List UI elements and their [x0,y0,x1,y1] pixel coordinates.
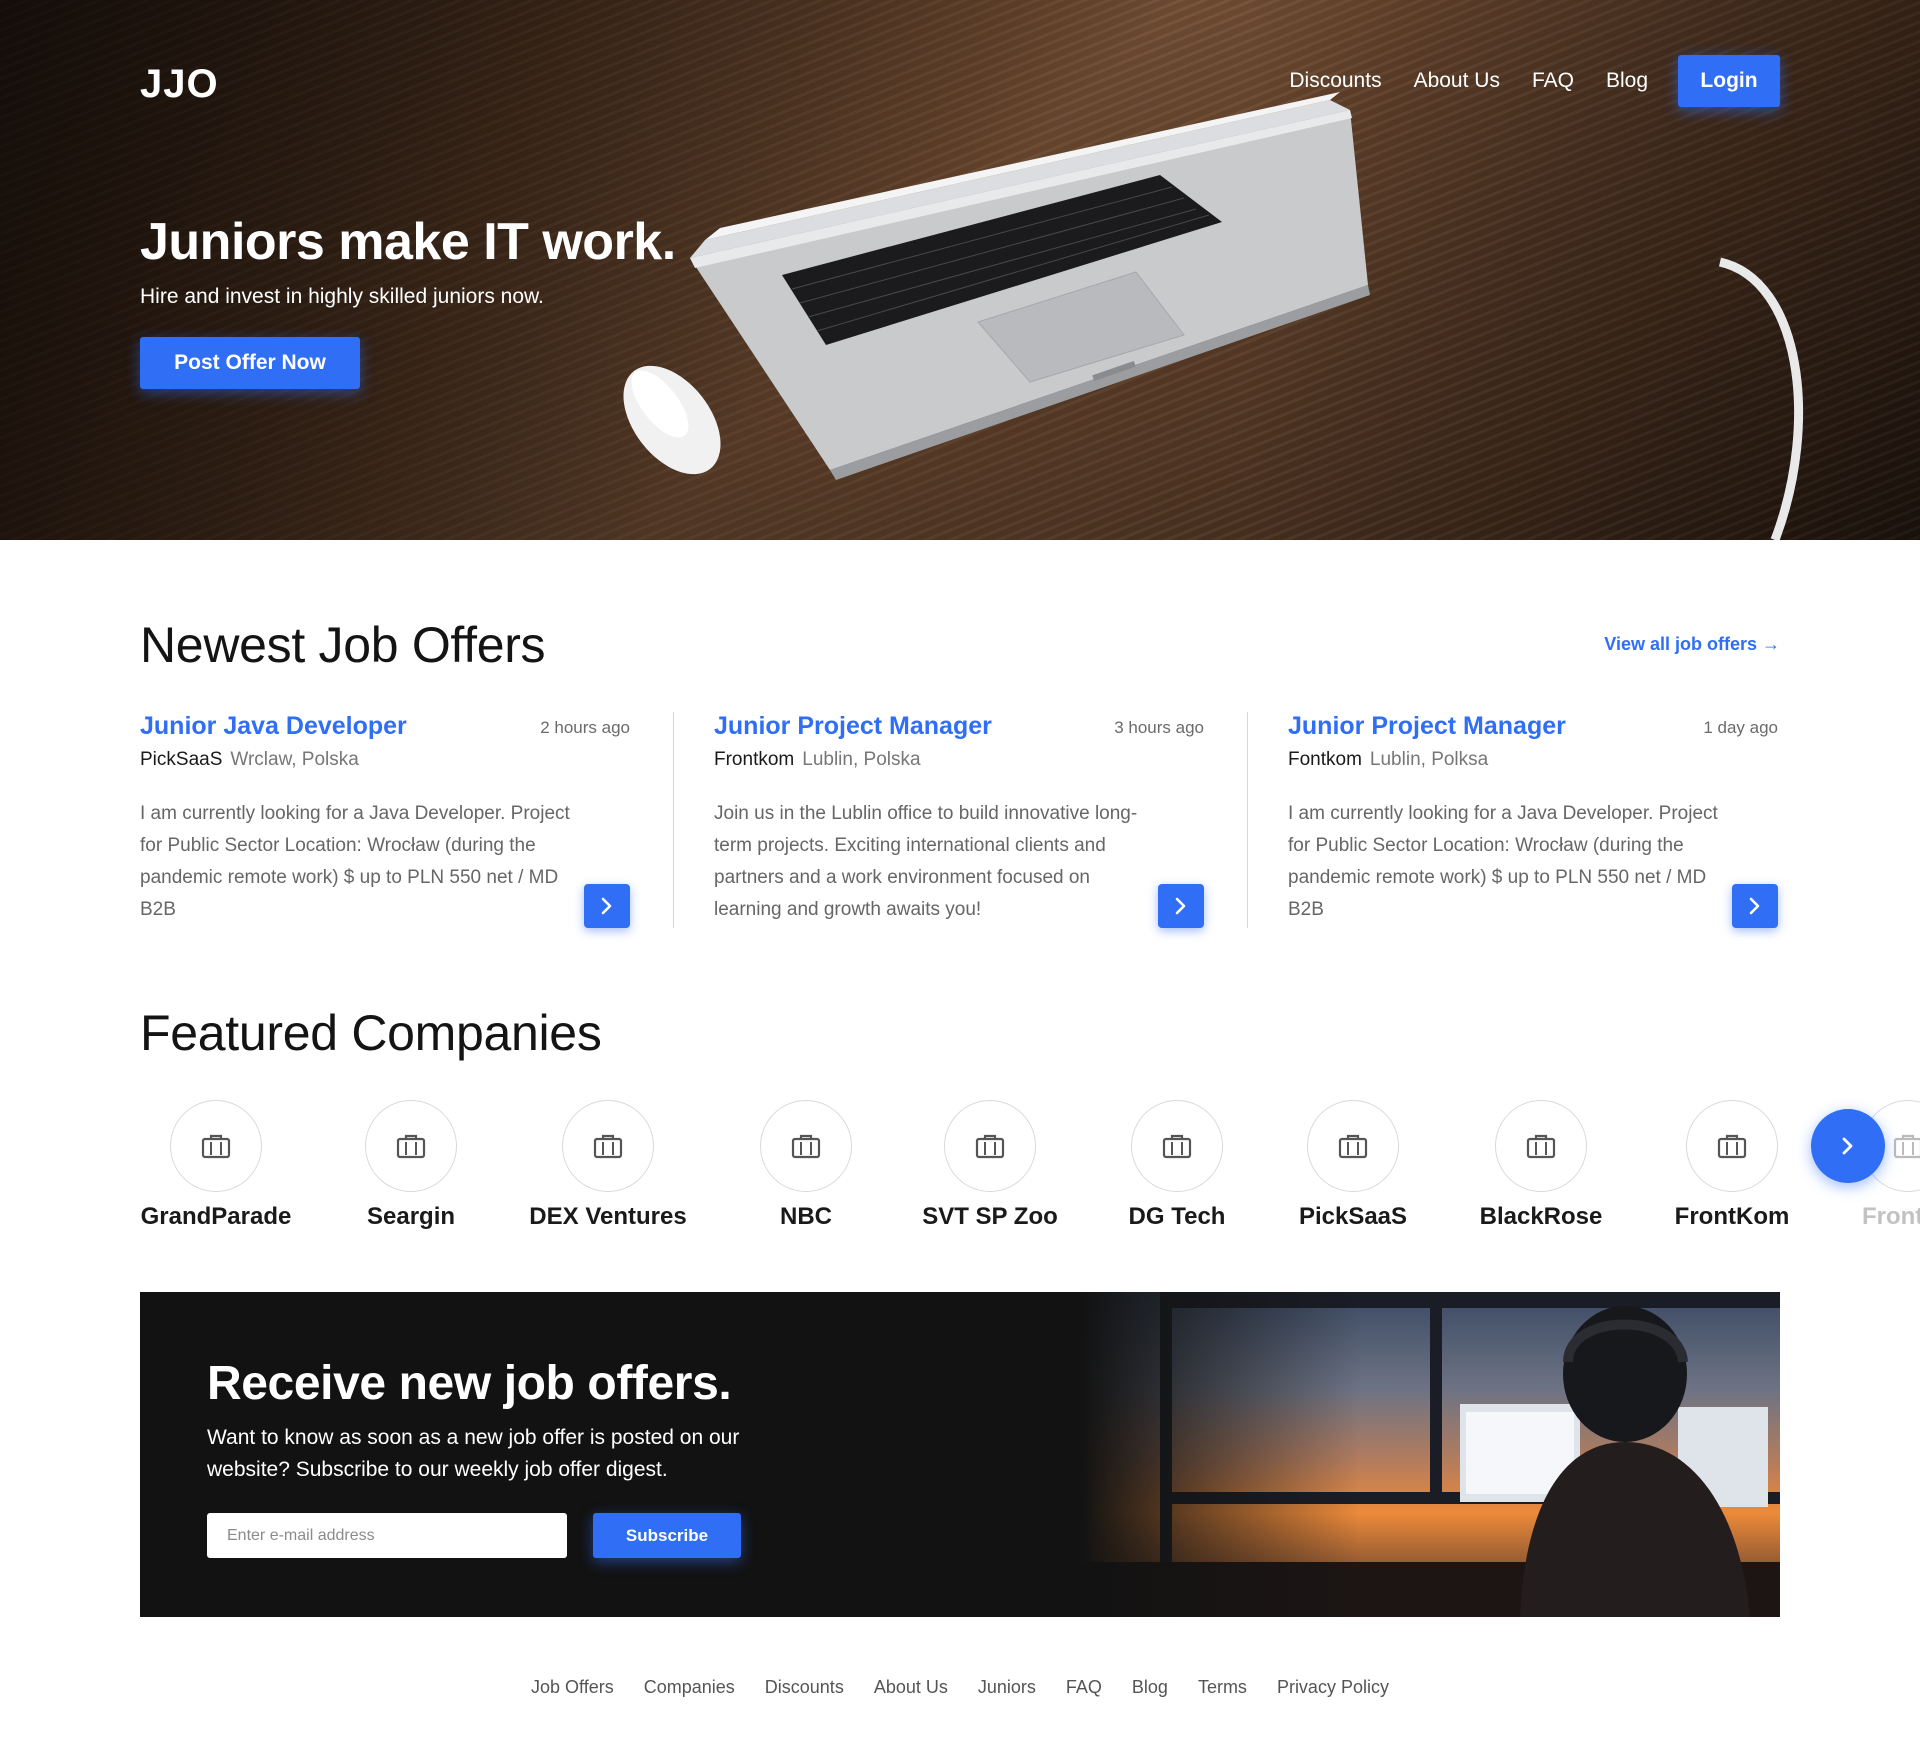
company-logo [562,1100,654,1192]
company-item[interactable]: PickSaaS [1253,1100,1453,1240]
company-name: DEX Ventures [529,1203,687,1230]
company-item[interactable]: GrandParade [116,1100,316,1240]
main-nav: Discounts About Us FAQ Blog Login [1257,55,1780,107]
briefcase-icon [1893,1134,1920,1159]
job-divider [1247,712,1248,928]
subscribe-button[interactable]: Subscribe [593,1513,741,1558]
briefcase-icon [1338,1134,1368,1159]
job-title[interactable]: Junior Java Developer [140,712,407,741]
job-location: Lublin, Polska [802,749,921,770]
company-logo [944,1100,1036,1192]
company-logo [1495,1100,1587,1192]
login-button[interactable]: Login [1678,55,1780,107]
company-logo [1686,1100,1778,1192]
briefcase-icon [1526,1134,1556,1159]
job-description: Join us in the Lublin office to build in… [714,803,1138,920]
company-item[interactable]: NBC [706,1100,906,1240]
hero-section: JJO Discounts About Us FAQ Blog Login Ju… [0,0,1920,540]
company-logo [1307,1100,1399,1192]
job-posted-time: 1 day ago [1703,718,1778,737]
company-logo [365,1100,457,1192]
briefcase-icon [201,1134,231,1159]
post-offer-button[interactable]: Post Offer Now [140,337,360,389]
job-posted-time: 3 hours ago [1114,718,1204,737]
job-company: Fontkom [1288,749,1362,770]
newsletter-title: Receive new job offers. [207,1357,732,1410]
footer-link-terms[interactable]: Terms [1198,1677,1247,1698]
hero-title: Juniors make IT work. [140,213,676,271]
nav-faq[interactable]: FAQ [1532,69,1574,93]
company-name: BlackRose [1479,1203,1603,1230]
job-card: Junior Java Developer 2 hours ago PickSa… [140,712,630,930]
chevron-right-icon [1749,897,1760,915]
job-title[interactable]: Junior Project Manager [1288,712,1566,741]
job-title[interactable]: Junior Project Manager [714,712,992,741]
footer-link-faq[interactable]: FAQ [1066,1677,1102,1698]
job-company-line: PickSaaS Wrclaw, Polska [140,749,359,771]
footer-link-blog[interactable]: Blog [1132,1677,1168,1698]
featured-companies-title: Featured Companies [140,1005,602,1061]
briefcase-icon [593,1134,623,1159]
footer-link-about-us[interactable]: About Us [874,1677,948,1698]
company-item[interactable]: FrontKom [1632,1100,1832,1240]
job-card: Junior Project Manager 3 hours ago Front… [714,712,1204,930]
company-item[interactable]: DEX Ventures [508,1100,708,1240]
companies-next-button[interactable] [1811,1109,1885,1183]
briefcase-icon [975,1134,1005,1159]
company-item[interactable]: Seargin [311,1100,511,1240]
job-description: I am currently looking for a Java Develo… [1288,803,1718,920]
newsletter-section: Receive new job offers. Want to know as … [140,1292,1780,1617]
site-logo[interactable]: JJO [140,62,219,107]
newsletter-photo-fade [1080,1292,1360,1617]
company-item[interactable]: BlackRose [1441,1100,1641,1240]
briefcase-icon [791,1134,821,1159]
job-divider [673,712,674,928]
footer-link-job-offers[interactable]: Job Offers [531,1677,614,1698]
company-name: PickSaaS [1298,1203,1408,1230]
briefcase-icon [396,1134,426,1159]
company-logo [1131,1100,1223,1192]
newsletter-text: Want to know as soon as a new job offer … [207,1426,740,1481]
job-card: Junior Project Manager 1 day ago Fontkom… [1288,712,1778,930]
job-company-line: Fontkom Lublin, Polksa [1288,749,1488,771]
job-company-line: Frontkom Lublin, Polska [714,749,921,771]
company-name: Seargin [366,1203,456,1230]
company-logo [170,1100,262,1192]
company-name: FrontKom [1674,1203,1790,1230]
newest-job-offers-title: Newest Job Offers [140,617,546,673]
nav-blog[interactable]: Blog [1606,69,1648,93]
job-location: Lublin, Polksa [1369,749,1489,770]
company-logo [760,1100,852,1192]
footer-link-privacy-policy[interactable]: Privacy Policy [1277,1677,1389,1698]
chevron-right-icon [1842,1137,1853,1155]
footer-nav: Job Offers Companies Discounts About Us … [0,1677,1920,1698]
view-all-offers-link[interactable]: View all job offers → [1604,634,1780,655]
briefcase-icon [1162,1134,1192,1159]
open-job-button[interactable] [1158,884,1204,928]
job-location: Wrclaw, Polska [230,749,359,770]
company-name: NBC [780,1203,832,1230]
job-description: I am currently looking for a Java Develo… [140,803,570,920]
job-company: Frontkom [714,749,795,770]
chevron-right-icon [1175,897,1186,915]
footer-link-discounts[interactable]: Discounts [765,1677,844,1698]
footer-link-companies[interactable]: Companies [644,1677,735,1698]
nav-about-us[interactable]: About Us [1414,69,1500,93]
company-item[interactable]: SVT SP Zoo [890,1100,1090,1240]
company-name: DG Tech [1128,1203,1226,1230]
hero-subtitle: Hire and invest in highly skilled junior… [140,285,544,308]
company-item[interactable]: DG Tech [1077,1100,1277,1240]
nav-discounts[interactable]: Discounts [1289,69,1381,93]
email-input[interactable] [207,1513,567,1558]
open-job-button[interactable] [1732,884,1778,928]
open-job-button[interactable] [584,884,630,928]
chevron-right-icon [601,897,612,915]
company-name: Front [1862,1203,1920,1230]
company-name: GrandParade [140,1203,292,1230]
job-posted-time: 2 hours ago [540,718,630,737]
briefcase-icon [1717,1134,1747,1159]
company-name: SVT SP Zoo [922,1203,1058,1230]
footer-link-juniors[interactable]: Juniors [978,1677,1036,1698]
job-company: PickSaaS [140,749,223,770]
